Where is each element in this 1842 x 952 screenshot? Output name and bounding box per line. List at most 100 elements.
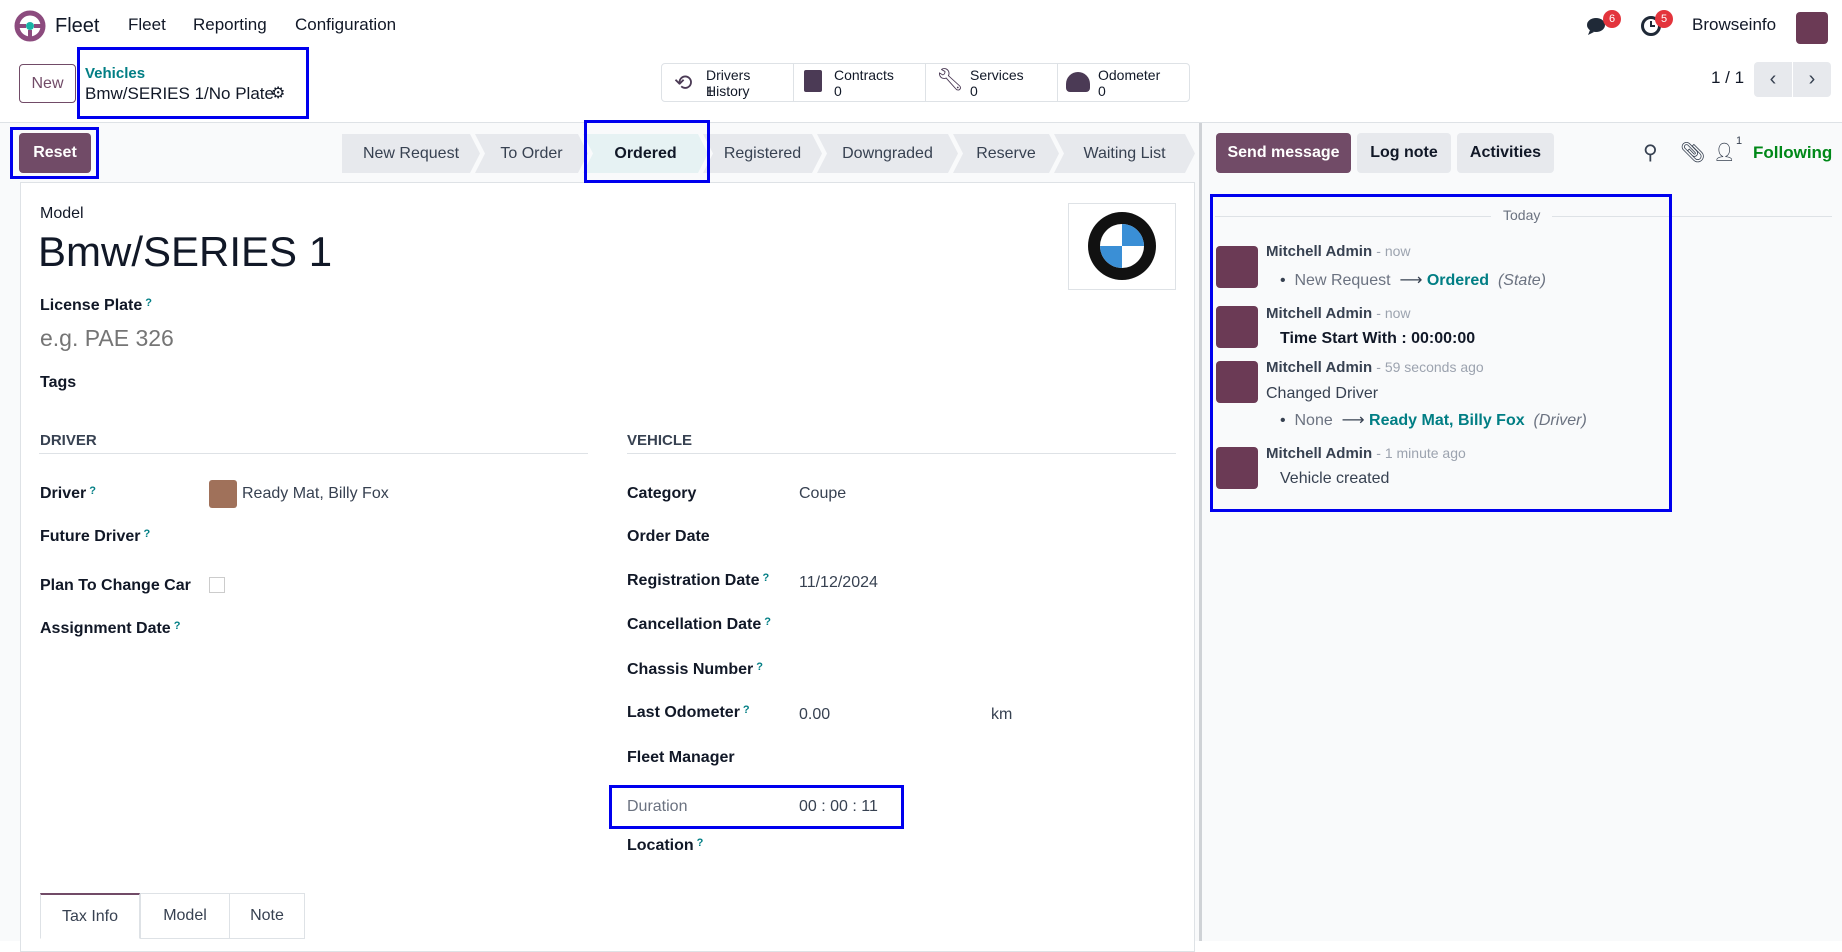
tachometer-icon [1066, 72, 1090, 92]
send-message-button[interactable]: Send message [1216, 133, 1351, 173]
app-name[interactable]: Fleet [55, 15, 99, 38]
help-icon[interactable]: ? [756, 661, 763, 673]
driver-avatar [209, 480, 237, 508]
followers-count: 1 [1736, 135, 1743, 147]
drivers-history-button[interactable]: ⟲ Drivers History 1 [662, 64, 794, 101]
pager-next-button[interactable]: › [1793, 62, 1831, 97]
stage-downgraded[interactable]: Downgraded [817, 134, 958, 173]
location-label: Location? [627, 837, 703, 855]
duration-label: Duration [627, 798, 688, 815]
author-avatar[interactable] [1216, 246, 1258, 288]
stage-waiting-list[interactable]: Waiting List [1054, 134, 1195, 173]
services-button[interactable]: 🔧︎ Services 0 [926, 64, 1058, 101]
reset-button[interactable]: Reset [19, 133, 91, 173]
plan-to-change-checkbox[interactable] [209, 577, 225, 593]
stage-reserve[interactable]: Reserve [953, 134, 1059, 173]
contracts-button[interactable]: Contracts 0 [794, 64, 926, 101]
model-label: Model [40, 205, 84, 222]
last-odometer-label: Last Odometer? [627, 704, 750, 722]
help-icon[interactable]: ? [145, 297, 152, 309]
help-icon[interactable]: ? [174, 620, 181, 632]
author-name[interactable]: Mitchell Admin [1266, 359, 1372, 376]
paperclip-icon[interactable]: 📎︎ [1680, 140, 1705, 165]
stage-ordered[interactable]: Ordered [583, 134, 708, 173]
menu-reporting[interactable]: Reporting [193, 15, 267, 35]
odometer-button[interactable]: Odometer 0 [1058, 64, 1189, 101]
smart-buttons: ⟲ Drivers History 1 Contracts 0 🔧︎ Servi… [661, 63, 1190, 102]
registration-date-label: Registration Date? [627, 572, 769, 590]
company-name[interactable]: Browseinfo [1692, 15, 1776, 35]
followers-icon[interactable]: 👤︎ [1713, 142, 1736, 163]
plan-to-change-label: Plan To Change Car [40, 577, 191, 594]
gear-icon[interactable]: ⚙ [271, 83, 285, 103]
driver-label: Driver? [40, 485, 96, 503]
license-plate-label: License Plate? [40, 297, 152, 315]
author-avatar[interactable] [1216, 447, 1258, 489]
help-icon[interactable]: ? [764, 616, 771, 628]
author-avatar[interactable] [1216, 361, 1258, 403]
label-text: License Plate [40, 297, 143, 314]
divider [1552, 216, 1832, 217]
old-value: New Request [1294, 272, 1391, 289]
message-body: Vehicle created [1280, 470, 1390, 487]
search-icon[interactable]: ⚲ [1643, 140, 1658, 165]
message-time: - 59 seconds ago [1376, 359, 1484, 375]
registration-date-value[interactable]: 11/12/2024 [799, 574, 878, 592]
help-icon[interactable]: ? [743, 704, 750, 716]
label-text: Assignment Date [40, 620, 171, 637]
model-title[interactable]: Bmw/SERIES 1 [38, 228, 332, 276]
menu-configuration[interactable]: Configuration [295, 15, 396, 35]
pager-prev-button[interactable]: ‹ [1754, 62, 1792, 97]
tracking-line: • None ⟶ Ready Mat, Billy Fox (Driver) [1280, 412, 1587, 429]
new-value: Ordered [1426, 272, 1490, 289]
pager-value[interactable]: 1 / 1 [1711, 68, 1744, 88]
category-value[interactable]: Coupe [799, 485, 846, 503]
smart-value: 0 [834, 83, 842, 99]
new-button[interactable]: New [19, 64, 76, 103]
menu-fleet[interactable]: Fleet [128, 15, 166, 35]
message-body: Changed Driver [1266, 385, 1379, 402]
order-date-label: Order Date [627, 528, 710, 545]
author-name[interactable]: Mitchell Admin [1266, 305, 1372, 322]
vehicle-image[interactable] [1068, 203, 1176, 290]
label-text: Cancellation Date [627, 616, 762, 633]
wrench-icon: 🔧︎ [936, 67, 964, 92]
label-text: Last Odometer [627, 704, 740, 721]
message-body: Time Start With : 00:00:00 [1280, 330, 1476, 347]
smart-label: Services [970, 67, 1024, 83]
help-icon[interactable]: ? [762, 572, 769, 584]
tab-tax-info[interactable]: Tax Info [40, 893, 140, 939]
odometer-unit[interactable]: km [991, 706, 1012, 724]
divider [39, 453, 588, 454]
chassis-number-label: Chassis Number? [627, 661, 763, 679]
help-icon[interactable]: ? [143, 528, 150, 540]
last-odometer-value[interactable]: 0.00 [799, 706, 830, 724]
label-text: Location [627, 837, 694, 854]
message-header: Mitchell Admin - now [1266, 243, 1411, 260]
driver-value[interactable]: Ready Mat, Billy Fox [242, 485, 389, 503]
field-name: (State) [1497, 272, 1546, 289]
log-note-button[interactable]: Log note [1357, 133, 1451, 173]
license-plate-input[interactable] [40, 321, 540, 355]
stage-registered[interactable]: Registered [703, 134, 822, 173]
date-separator: Today [1503, 207, 1541, 223]
stage-new-request[interactable]: New Request [342, 134, 480, 173]
author-avatar[interactable] [1216, 306, 1258, 348]
help-icon[interactable]: ? [89, 485, 96, 497]
tab-note[interactable]: Note [229, 893, 305, 939]
smart-label: Drivers History [706, 67, 751, 99]
activities-button[interactable]: Activities [1457, 133, 1554, 173]
message-time: - now [1376, 243, 1411, 259]
author-name[interactable]: Mitchell Admin [1266, 243, 1372, 260]
stage-to-order[interactable]: To Order [475, 134, 588, 173]
help-icon[interactable]: ? [697, 837, 704, 849]
tab-model[interactable]: Model [140, 893, 230, 939]
author-name[interactable]: Mitchell Admin [1266, 445, 1372, 462]
following-button[interactable]: Following [1753, 143, 1832, 163]
label-text: Chassis Number [627, 661, 754, 678]
message-header: Mitchell Admin - 1 minute ago [1266, 445, 1466, 462]
fleet-app-icon[interactable] [14, 10, 46, 42]
history-icon: ⟲ [674, 70, 693, 95]
user-avatar[interactable] [1796, 12, 1828, 44]
breadcrumb-vehicles[interactable]: Vehicles [85, 65, 145, 82]
